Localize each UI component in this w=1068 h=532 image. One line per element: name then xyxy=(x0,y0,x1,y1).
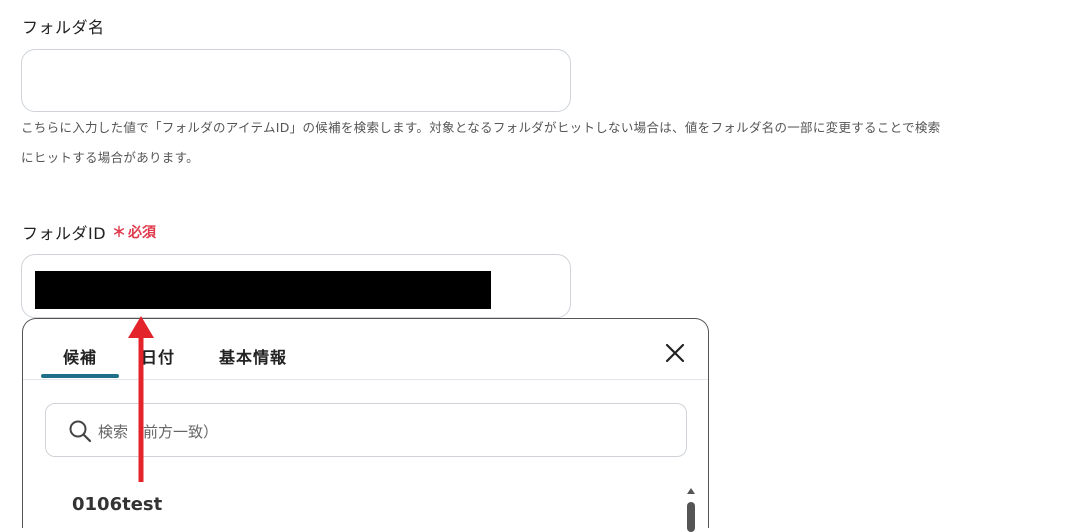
tab-basic-info[interactable]: 基本情報 xyxy=(219,344,287,368)
folder-name-help: こちらに入力した値で「フォルダのアイテムID」の候補を検索します。対象となるフォ… xyxy=(21,113,1061,173)
search-placeholder: 検索（前方一致） xyxy=(98,423,219,441)
required-asterisk: ＊ xyxy=(112,225,127,241)
folder-name-input[interactable] xyxy=(21,49,571,112)
folder-id-label: フォルダID xyxy=(22,224,107,243)
close-icon[interactable] xyxy=(665,343,685,363)
search-icon xyxy=(68,419,92,443)
list-item[interactable]: 0106test xyxy=(72,494,162,515)
tab-candidates[interactable]: 候補 xyxy=(63,344,97,368)
folder-id-label-row: フォルダID ＊ 必須 xyxy=(22,220,156,244)
active-tab-indicator xyxy=(41,374,119,378)
folder-id-input[interactable] xyxy=(21,254,571,318)
required-badge: 必須 xyxy=(128,225,157,241)
scroll-up-arrow[interactable] xyxy=(686,487,696,495)
scrollbar-thumb[interactable] xyxy=(687,502,695,532)
folder-name-label: フォルダ名 xyxy=(22,18,105,37)
annotation-arrow xyxy=(128,316,154,482)
help-line-2: にヒットする場合があります。 xyxy=(21,150,199,165)
candidate-dropdown: 候補 日付 基本情報 検索（前方一致） 0106test xyxy=(22,318,709,532)
redacted-value xyxy=(35,271,491,309)
help-line-1: こちらに入力した値で「フォルダのアイテムID」の候補を検索します。対象となるフォ… xyxy=(21,120,941,135)
tab-divider xyxy=(23,379,708,380)
